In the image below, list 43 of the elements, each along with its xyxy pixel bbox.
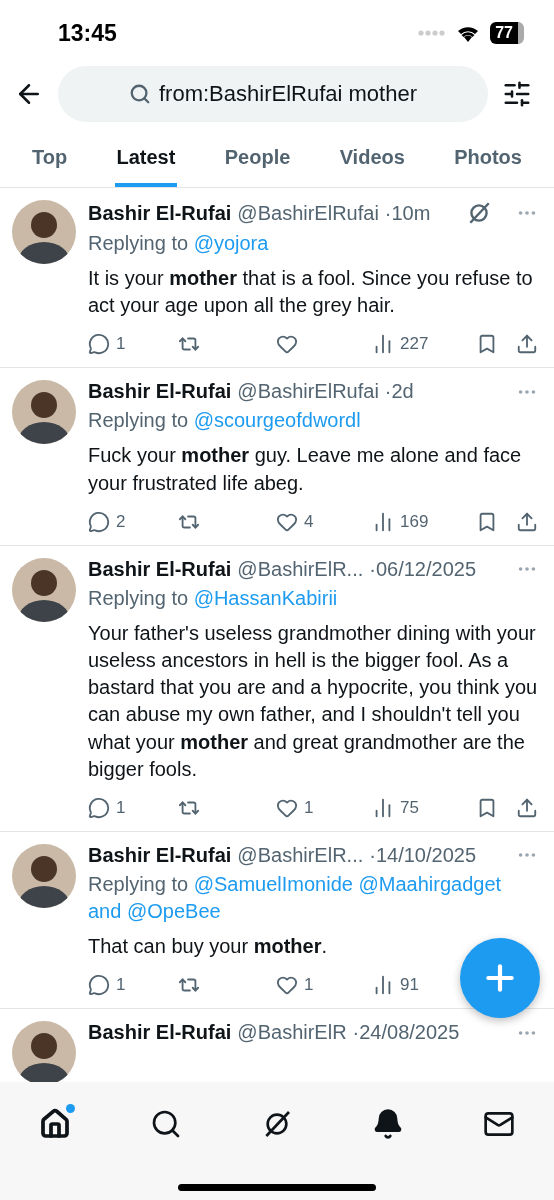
- reply-button[interactable]: 1: [88, 333, 126, 356]
- tab[interactable]: Top: [30, 136, 70, 187]
- tab[interactable]: Photos: [452, 136, 524, 187]
- author-name: Bashir El-Rufai: [88, 1021, 232, 1045]
- post-time: ·10m: [384, 201, 431, 225]
- views-button[interactable]: 91: [372, 974, 419, 997]
- replying-to-text: Replying to @scourgeofdwordl: [88, 408, 362, 434]
- like-button[interactable]: 1: [276, 796, 314, 819]
- battery-icon: 77: [490, 22, 524, 44]
- post-text: It is your mother that is a fool. Since you refuse to act your age upon all the grey hair.: [88, 266, 534, 319]
- conjunction-text: and: [88, 899, 122, 922]
- tab[interactable]: Videos: [337, 136, 407, 187]
- views-button[interactable]: 227: [372, 333, 429, 356]
- post-time: ·2d: [384, 380, 414, 404]
- post-time: ·24/08/2025: [352, 1021, 460, 1045]
- post-text: Your father's useless grandmother dining with your useless ancestors in hell is the bigger fool. As a bastard that you are and a hypocrite, you think you can abuse my own father, and I shouldn't tell you what your mother and great grandmother are the bigger fools.: [88, 620, 538, 782]
- post-text: That can buy your mother.: [88, 933, 328, 959]
- status-time: 13:45: [58, 19, 117, 47]
- tab[interactable]: People: [222, 136, 293, 187]
- like-button[interactable]: 1: [276, 974, 314, 997]
- reply-button[interactable]: 1: [88, 796, 126, 819]
- like-button[interactable]: 4: [276, 510, 314, 533]
- author-handle: @BashirElR...: [237, 843, 364, 867]
- author-handle: @BashirElR...: [237, 557, 364, 581]
- reply-button[interactable]: 1: [88, 974, 126, 997]
- views-button[interactable]: 169: [372, 510, 429, 533]
- tab[interactable]: Latest: [114, 136, 178, 187]
- author-name: Bashir El-Rufai: [88, 380, 232, 404]
- post-text: Fuck your mother guy. Leave me alone and face your frustrated life abeg.: [88, 443, 523, 496]
- views-button[interactable]: 75: [372, 796, 419, 819]
- author-name: Bashir El-Rufai: [88, 201, 232, 225]
- replying-to-text: Replying to @HassanKabirii: [88, 585, 339, 611]
- post-time: ·14/10/2025: [369, 843, 476, 867]
- author-name: Bashir El-Rufai: [88, 843, 232, 867]
- author-name: Bashir El-Rufai: [88, 557, 232, 581]
- search-field[interactable]: from:BashirElRufai mother: [58, 66, 488, 122]
- author-handle: @BashirElR: [237, 1021, 347, 1045]
- reply-button[interactable]: 2: [88, 510, 126, 533]
- post-time: ·06/12/2025: [369, 557, 476, 581]
- replying-to-text: Replying to @yojora: [88, 231, 270, 256]
- author-handle: @BashirElRufai: [237, 201, 379, 225]
- author-handle: @BashirElRufai: [237, 380, 379, 404]
- replying-to-text: Replying to @SamuelImonide @Maahirgadget and @OpeBee: [88, 871, 503, 924]
